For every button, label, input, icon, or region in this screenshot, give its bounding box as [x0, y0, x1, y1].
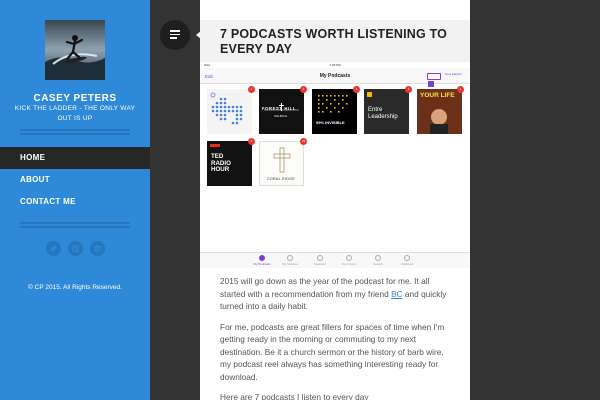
- linkedin-icon[interactable]: [90, 241, 105, 256]
- tab-unplayed: Unplayed: [395, 255, 419, 266]
- tab-label: Featured: [313, 262, 326, 266]
- view-toggle: [427, 73, 441, 87]
- paragraph: 2015 will go down as the year of the pod…: [220, 275, 455, 313]
- divider: [20, 129, 130, 137]
- menu-icon: [170, 30, 180, 41]
- article: 7 PODCASTS WORTH LISTENING TO EVERY DAY …: [200, 0, 470, 400]
- tab-featured: Featured: [308, 255, 332, 266]
- tab-my-stations: My Stations: [278, 255, 302, 266]
- brand-mark: [367, 92, 372, 97]
- podcast-tile: [207, 89, 252, 134]
- unplayed-icon: [404, 255, 410, 261]
- podcast-tile: CORAL RIDGE: [259, 141, 304, 186]
- paragraph: For me, podcasts are great fillers for s…: [220, 321, 445, 382]
- nav-item-home[interactable]: HOME: [0, 147, 150, 169]
- paragraph: Here are 7 podcasts I listen to every da…: [220, 392, 369, 400]
- unplayed-badge: 1: [405, 86, 412, 93]
- podcast-tile: Entre Leadership: [364, 89, 409, 134]
- tile-label: YOUR LIFE: [420, 92, 455, 99]
- ipad-nav-bar: Edit My Podcasts New Playlist: [200, 68, 470, 87]
- instagram-icon[interactable]: [68, 241, 83, 256]
- nav-item-contact[interactable]: CONTACT ME: [0, 191, 150, 213]
- tab-label: My Podcasts: [253, 262, 271, 266]
- site-title[interactable]: CASEY PETERS: [0, 93, 150, 104]
- unplayed-badge: 23: [300, 138, 307, 145]
- unplayed-badge: 1: [457, 86, 464, 93]
- article-title[interactable]: 7 PODCASTS WORTH LISTENING TO EVERY DAY: [220, 27, 460, 57]
- unplayed-badge: 1: [353, 86, 360, 93]
- tab-my-podcasts: My Podcasts: [250, 255, 274, 266]
- status-time: 7:28 PM: [329, 63, 341, 67]
- ipad-tab-bar: My Podcasts My Stations Featured Top Cha…: [200, 252, 470, 268]
- sidebar-gutter: [150, 0, 200, 400]
- menu-toggle-button[interactable]: [160, 20, 201, 50]
- tab-label: Unplayed: [400, 262, 414, 266]
- podcast-tile: 99% INVISIBLE: [312, 89, 357, 134]
- tile-sublabel: CHURCH: [274, 114, 287, 118]
- stations-icon: [287, 255, 293, 261]
- site-tagline: KICK THE LADDER - THE ONLY WAY OUT IS UP: [14, 105, 136, 122]
- podcast-tile: TED RADIO HOUR: [207, 141, 252, 186]
- tile-label: TED RADIO HOUR: [211, 153, 231, 173]
- copyright: © CP 2015. All Rights Reserved.: [28, 284, 122, 291]
- sidebar: CASEY PETERS KICK THE LADDER - THE ONLY …: [0, 0, 150, 400]
- unplayed-badge: 1: [248, 138, 255, 145]
- page-background: [470, 0, 600, 400]
- tab-search: Search: [366, 255, 390, 266]
- tab-label: My Stations: [282, 262, 298, 266]
- unplayed-badge: 2: [248, 86, 255, 93]
- article-body: 2015 will go down as the year of the pod…: [220, 275, 455, 400]
- tab-top-charts: Top Charts: [337, 255, 361, 266]
- podcast-icon: [259, 255, 265, 261]
- podcasts-screenshot: iPad 7:28 PM Edit My Podcasts New Playli…: [200, 62, 470, 268]
- twitter-icon[interactable]: [46, 241, 61, 256]
- podcast-tile: YOUR LIFE: [417, 89, 462, 134]
- social-links: [46, 241, 106, 256]
- search-icon: [375, 255, 381, 261]
- tab-label: Search: [373, 262, 383, 266]
- avatar[interactable]: [45, 20, 105, 80]
- tile-label: 99% INVISIBLE: [316, 120, 345, 125]
- podcast-tile: FOREST HILL CHURCH: [259, 89, 304, 134]
- friend-link[interactable]: BC: [391, 289, 403, 299]
- star-icon: [317, 255, 323, 261]
- divider: [20, 222, 130, 230]
- unplayed-badge: 1: [300, 86, 307, 93]
- new-playlist-button: New Playlist: [445, 72, 462, 76]
- tile-label: CORAL RIDGE: [267, 177, 295, 181]
- tab-label: Top Charts: [341, 262, 357, 266]
- main-nav: HOME ABOUT CONTACT ME: [0, 147, 150, 213]
- tile-label: FOREST HILL: [262, 106, 297, 111]
- tile-label: Entre Leadership: [368, 107, 398, 120]
- brand-mark: [210, 144, 220, 147]
- list-icon: [346, 255, 352, 261]
- nav-item-about[interactable]: ABOUT: [0, 169, 150, 191]
